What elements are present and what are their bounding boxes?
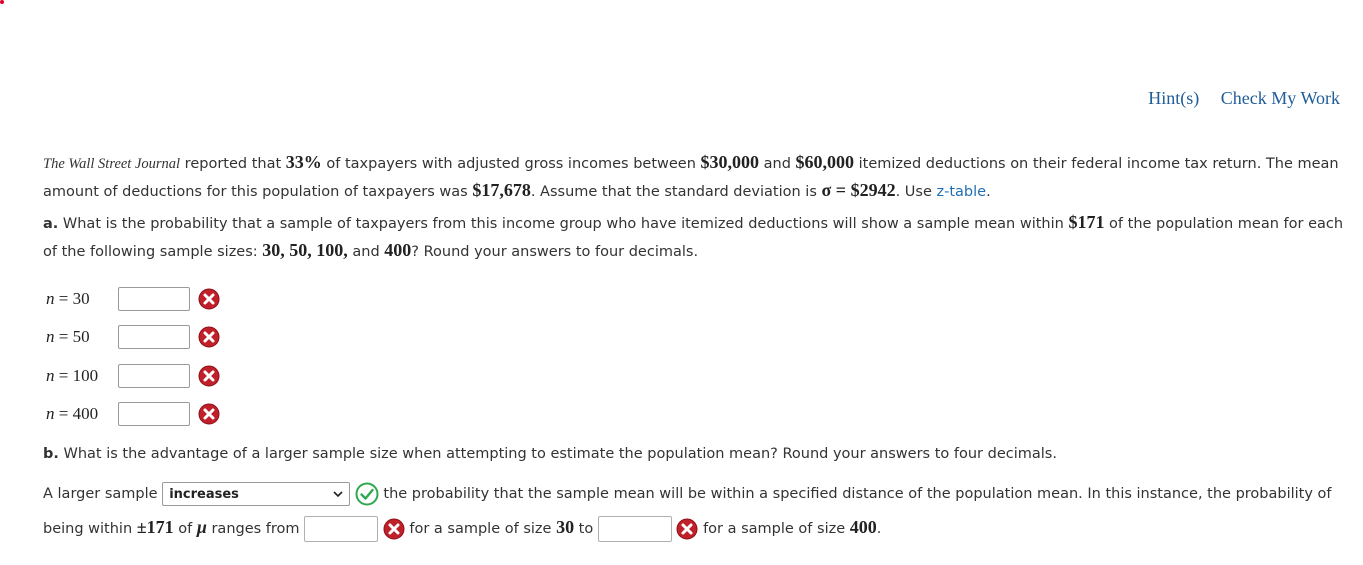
check-my-work-link[interactable]: Check My Work bbox=[1221, 88, 1340, 108]
chevron-down-icon bbox=[333, 491, 343, 498]
answer-input-n30[interactable] bbox=[118, 287, 190, 311]
answer-row-n100: n = 100 bbox=[46, 363, 220, 389]
x-circle-icon bbox=[198, 365, 220, 387]
hints-link[interactable]: Hint(s) bbox=[1148, 88, 1199, 108]
prob-range-high-input[interactable] bbox=[597, 516, 672, 542]
source-name: The Wall Street Journal bbox=[43, 156, 181, 172]
part-a-question: a. What is the probability that a sample… bbox=[43, 212, 1344, 260]
part-b-answer: A larger sample increases the probabilit… bbox=[43, 478, 1357, 546]
x-circle-icon bbox=[676, 518, 698, 540]
answer-input-n400[interactable] bbox=[118, 402, 190, 426]
sigma-value: σ = $2942 bbox=[821, 180, 896, 200]
x-circle-icon bbox=[198, 288, 220, 310]
answer-input-n50[interactable] bbox=[118, 325, 190, 349]
x-circle-icon bbox=[198, 403, 220, 425]
advantage-dropdown[interactable]: increases bbox=[162, 482, 351, 506]
x-circle-icon bbox=[198, 326, 220, 348]
answer-row-n30: n = 30 bbox=[46, 286, 220, 312]
prob-range-low-input[interactable] bbox=[304, 516, 379, 542]
x-circle-icon bbox=[383, 518, 405, 540]
z-table-link[interactable]: z-table bbox=[937, 184, 987, 200]
intro-paragraph: The Wall Street Journal reported that 33… bbox=[43, 152, 1339, 200]
answer-row-n400: n = 400 bbox=[46, 401, 220, 427]
top-links: Hint(s) Check My Work bbox=[1131, 88, 1340, 109]
corner-dot bbox=[0, 0, 4, 4]
part-b-label: b. bbox=[43, 446, 59, 462]
check-circle-icon bbox=[355, 482, 379, 506]
part-a-label: a. bbox=[43, 216, 59, 232]
answer-input-n100[interactable] bbox=[118, 364, 190, 388]
answer-row-n50: n = 50 bbox=[46, 324, 220, 350]
part-b-question: b. What is the advantage of a larger sam… bbox=[43, 446, 1057, 462]
